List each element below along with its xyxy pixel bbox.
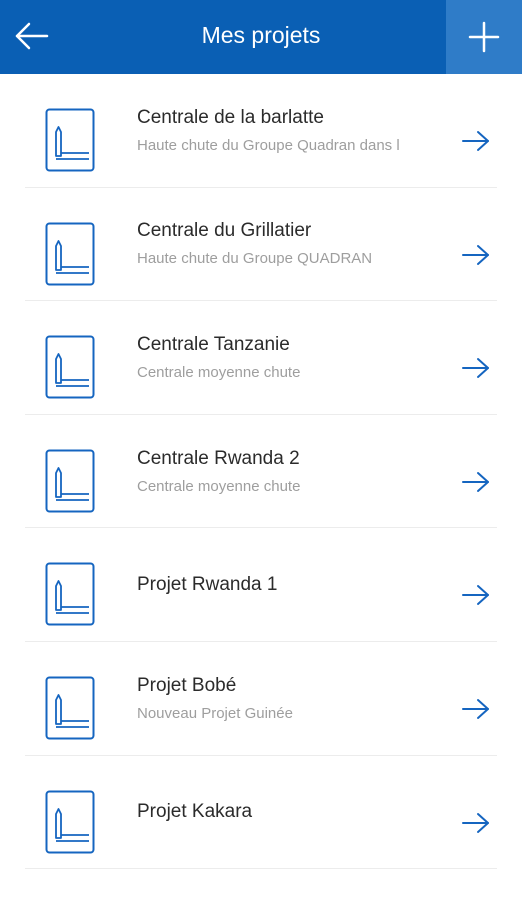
project-plan-icon — [45, 562, 95, 626]
arrow-right-icon[interactable] — [461, 129, 491, 153]
project-subtitle: Centrale moyenne chute — [137, 477, 301, 495]
project-subtitle: Nouveau Projet Guinée — [137, 704, 293, 722]
project-subtitle: Haute chute du Groupe Quadran dans l — [137, 136, 400, 154]
project-row-6[interactable]: Projet Bobé Nouveau Projet Guinée — [25, 642, 497, 756]
project-name: Centrale Tanzanie — [137, 333, 290, 355]
project-row-3[interactable]: Centrale Tanzanie Centrale moyenne chute — [25, 301, 497, 415]
project-text: Projet Kakara — [137, 756, 449, 869]
arrow-right-icon[interactable] — [461, 243, 491, 267]
plus-icon — [468, 21, 500, 53]
project-row-1[interactable]: Centrale de la barlatte Haute chute du G… — [25, 74, 497, 188]
project-subtitle: Haute chute du Groupe QUADRAN — [137, 250, 373, 268]
arrow-right-icon[interactable] — [461, 811, 491, 835]
project-plan-icon — [45, 222, 95, 286]
project-subtitle: Centrale moyenne chute — [137, 363, 301, 381]
project-text: Centrale de la barlatte Haute chute du G… — [137, 74, 449, 187]
project-text: Projet Rwanda 1 — [137, 528, 449, 641]
arrow-right-icon[interactable] — [461, 697, 491, 721]
project-plan-icon — [45, 676, 95, 740]
project-name: Centrale du Grillatier — [137, 220, 312, 242]
arrow-right-icon[interactable] — [461, 583, 491, 607]
arrow-right-icon[interactable] — [461, 470, 491, 494]
project-text: Centrale du Grillatier Haute chute du Gr… — [137, 188, 449, 301]
project-plan-icon — [45, 790, 95, 854]
project-name: Projet Rwanda 1 — [137, 573, 278, 595]
project-name: Centrale Rwanda 2 — [137, 447, 300, 469]
project-text: Projet Bobé Nouveau Projet Guinée — [137, 642, 449, 755]
project-row-5[interactable]: Projet Rwanda 1 — [25, 528, 497, 642]
project-name: Centrale de la barlatte — [137, 106, 324, 128]
project-plan-icon — [45, 335, 95, 399]
project-name: Projet Bobé — [137, 674, 237, 696]
project-row-2[interactable]: Centrale du Grillatier Haute chute du Gr… — [25, 188, 497, 302]
project-text: Centrale Tanzanie Centrale moyenne chute — [137, 301, 449, 414]
arrow-right-icon[interactable] — [461, 356, 491, 380]
project-row-4[interactable]: Centrale Rwanda 2 Centrale moyenne chute — [25, 415, 497, 529]
project-name: Projet Kakara — [137, 800, 253, 822]
add-project-button[interactable] — [446, 0, 522, 74]
project-row-7[interactable]: Projet Kakara — [25, 756, 497, 870]
project-text: Centrale Rwanda 2 Centrale moyenne chute — [137, 415, 449, 528]
project-list: Centrale de la barlatte Haute chute du G… — [0, 74, 522, 870]
project-plan-icon — [45, 449, 95, 513]
app-header: Mes projets — [0, 0, 522, 74]
page-title: Mes projets — [201, 22, 321, 48]
project-plan-icon — [45, 108, 95, 172]
